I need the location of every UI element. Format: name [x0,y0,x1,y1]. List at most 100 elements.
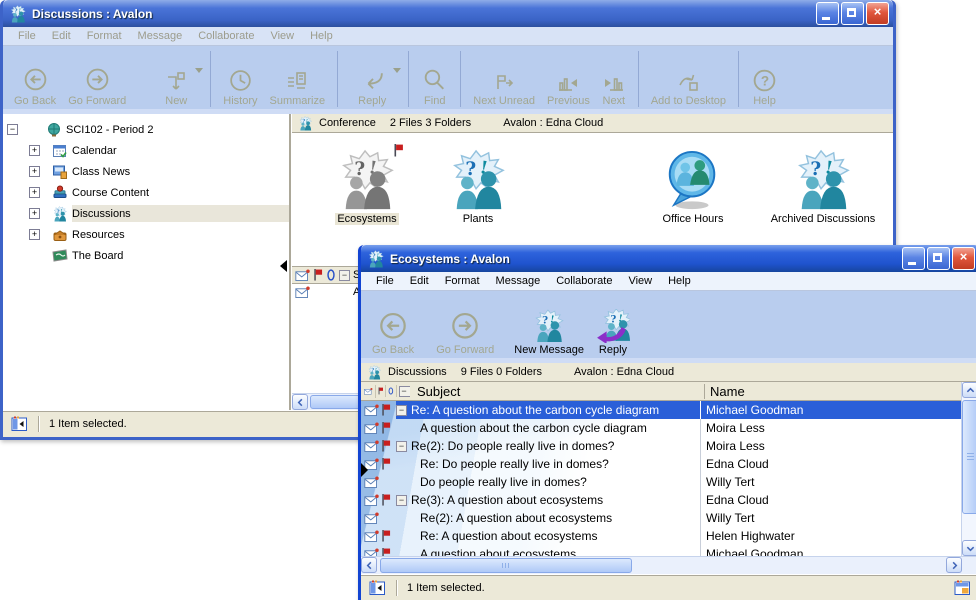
menu-format[interactable]: Format [80,29,129,43]
menu-help[interactable]: Help [303,29,340,43]
panel-toggle-icon[interactable] [11,416,28,432]
message-row[interactable]: −Re(2): Do people really live in domes?M… [361,437,976,455]
menu-collaborate[interactable]: Collaborate [549,274,619,288]
archived-discussions-icon [792,149,854,211]
menu-view[interactable]: View [621,274,659,288]
tree-item-class-news[interactable]: + Class News [3,161,289,182]
menu-collaborate[interactable]: Collaborate [191,29,261,43]
tree-item-resources[interactable]: + Resources [3,224,289,245]
help-button[interactable]: ? Help [746,49,783,109]
envelope-icon [364,422,379,435]
horizontal-scrollbar[interactable] [361,556,976,574]
subject-text: Re(2): A question about ecosystems [420,511,612,525]
scroll-left-button[interactable] [361,557,377,573]
menu-view[interactable]: View [263,29,301,43]
scroll-thumb[interactable] [380,558,632,573]
thread-collapse-box[interactable]: − [396,405,407,416]
panel-toggle-icon[interactable] [369,580,386,596]
message-row[interactable]: Re(2): A question about ecosystemsWilly … [361,509,976,527]
scroll-right-button[interactable] [946,557,962,573]
add-to-desktop-button[interactable]: Add to Desktop [646,49,731,109]
menu-file[interactable]: File [369,274,401,288]
reply-dropdown-caret[interactable] [393,68,401,73]
go-back-button[interactable]: Go Back [9,49,61,109]
new-message-button[interactable]: New Message [509,294,589,358]
item-archived-discussions[interactable]: Archived Discussions [763,149,883,225]
go-forward-button[interactable]: Go Forward [431,294,499,358]
sender-name: Willy Tert [700,473,976,491]
history-button[interactable]: History [218,49,262,109]
maximize-button[interactable] [927,247,950,270]
expand-box[interactable]: + [29,145,40,156]
next-button[interactable]: Next [597,49,631,109]
find-button[interactable]: Find [416,49,453,109]
tree-item-course-content[interactable]: + Course Content [3,182,289,203]
minimize-icon [908,262,916,265]
scroll-thumb[interactable] [962,400,976,514]
ecosystems-titlebar[interactable]: Ecosystems : Avalon × [361,245,976,272]
tree-item-sci102[interactable]: − SCI102 - Period 2 [3,119,289,140]
message-row[interactable]: −Re(3): A question about ecosystemsEdna … [361,491,976,509]
menu-format[interactable]: Format [438,274,487,288]
scroll-down-button[interactable] [962,540,976,556]
subject-column-header[interactable]: Subject [413,384,704,399]
item-plants[interactable]: Plants [423,149,533,225]
menu-edit[interactable]: Edit [403,274,436,288]
menu-file[interactable]: File [11,29,43,43]
message-row[interactable]: Do people really live in domes?Willy Ter… [361,473,976,491]
splitter-collapse-arrow[interactable] [361,463,368,477]
maximize-button[interactable] [841,2,864,25]
close-button[interactable]: × [952,247,975,270]
expand-box[interactable]: + [29,208,40,219]
thread-collapse-box[interactable]: − [396,495,407,506]
menu-message[interactable]: Message [489,274,548,288]
layout-toggle-icon[interactable] [954,580,971,596]
splitter-collapse-arrow[interactable] [280,260,287,272]
go-forward-button[interactable]: Go Forward [63,49,131,109]
tree-item-discussions[interactable]: + Discussions [3,203,289,224]
menu-help[interactable]: Help [661,274,698,288]
message-row[interactable]: Re: Do people really live in domes?Edna … [361,455,976,473]
thread-collapse-box[interactable]: − [396,441,407,452]
message-row[interactable]: Re: A question about ecosystemsHelen Hig… [361,527,976,545]
message-row[interactable]: A question about the carbon cycle diagra… [361,419,976,437]
message-row[interactable]: −Re: A question about the carbon cycle d… [361,401,976,419]
collapse-all-box[interactable]: − [339,270,350,281]
window-title: Ecosystems : Avalon [390,252,897,266]
reply-button[interactable]: Reply [591,294,635,358]
tree-item-the-board[interactable]: The Board [3,245,289,266]
menu-edit[interactable]: Edit [45,29,78,43]
new-dropdown-caret[interactable] [195,68,203,73]
item-ecosystems[interactable]: Ecosystems [312,149,422,225]
minimize-button[interactable] [816,2,839,25]
expand-box[interactable]: + [29,166,40,177]
collapse-box[interactable]: − [7,124,18,135]
close-button[interactable]: × [866,2,889,25]
item-office-hours[interactable]: Office Hours [638,149,748,225]
subject-text: Re: Do people really live in domes? [420,457,609,471]
go-forward-icon [449,311,481,343]
next-unread-button[interactable]: Next Unread [468,49,540,109]
add-to-desktop-icon [676,70,700,94]
minimize-button[interactable] [902,247,925,270]
previous-button[interactable]: Previous [542,49,595,109]
collapse-all-box[interactable]: − [399,386,410,397]
vertical-scrollbar[interactable] [961,382,976,556]
summarize-button[interactable]: Summarize [265,49,331,109]
new-button[interactable]: New [159,49,193,109]
discussions-titlebar[interactable]: Discussions : Avalon × [3,0,893,27]
tree-item-calendar[interactable]: + Calendar [3,140,289,161]
go-back-button[interactable]: Go Back [367,294,419,358]
envelope-icon [364,385,376,398]
expand-box[interactable]: + [29,187,40,198]
reply-button[interactable]: Reply [353,49,391,109]
message-list: − Subject Name −Re: A question about the… [361,382,976,556]
envelope-icon [364,476,379,489]
menu-message[interactable]: Message [131,29,190,43]
expand-box[interactable]: + [29,229,40,240]
sender-name: Michael Goodman [700,401,976,419]
name-column-header[interactable]: Name [704,384,962,399]
scroll-left-button[interactable] [292,394,308,410]
pane-counts: 9 Files 0 Folders [461,366,542,378]
scroll-up-button[interactable] [962,382,976,398]
